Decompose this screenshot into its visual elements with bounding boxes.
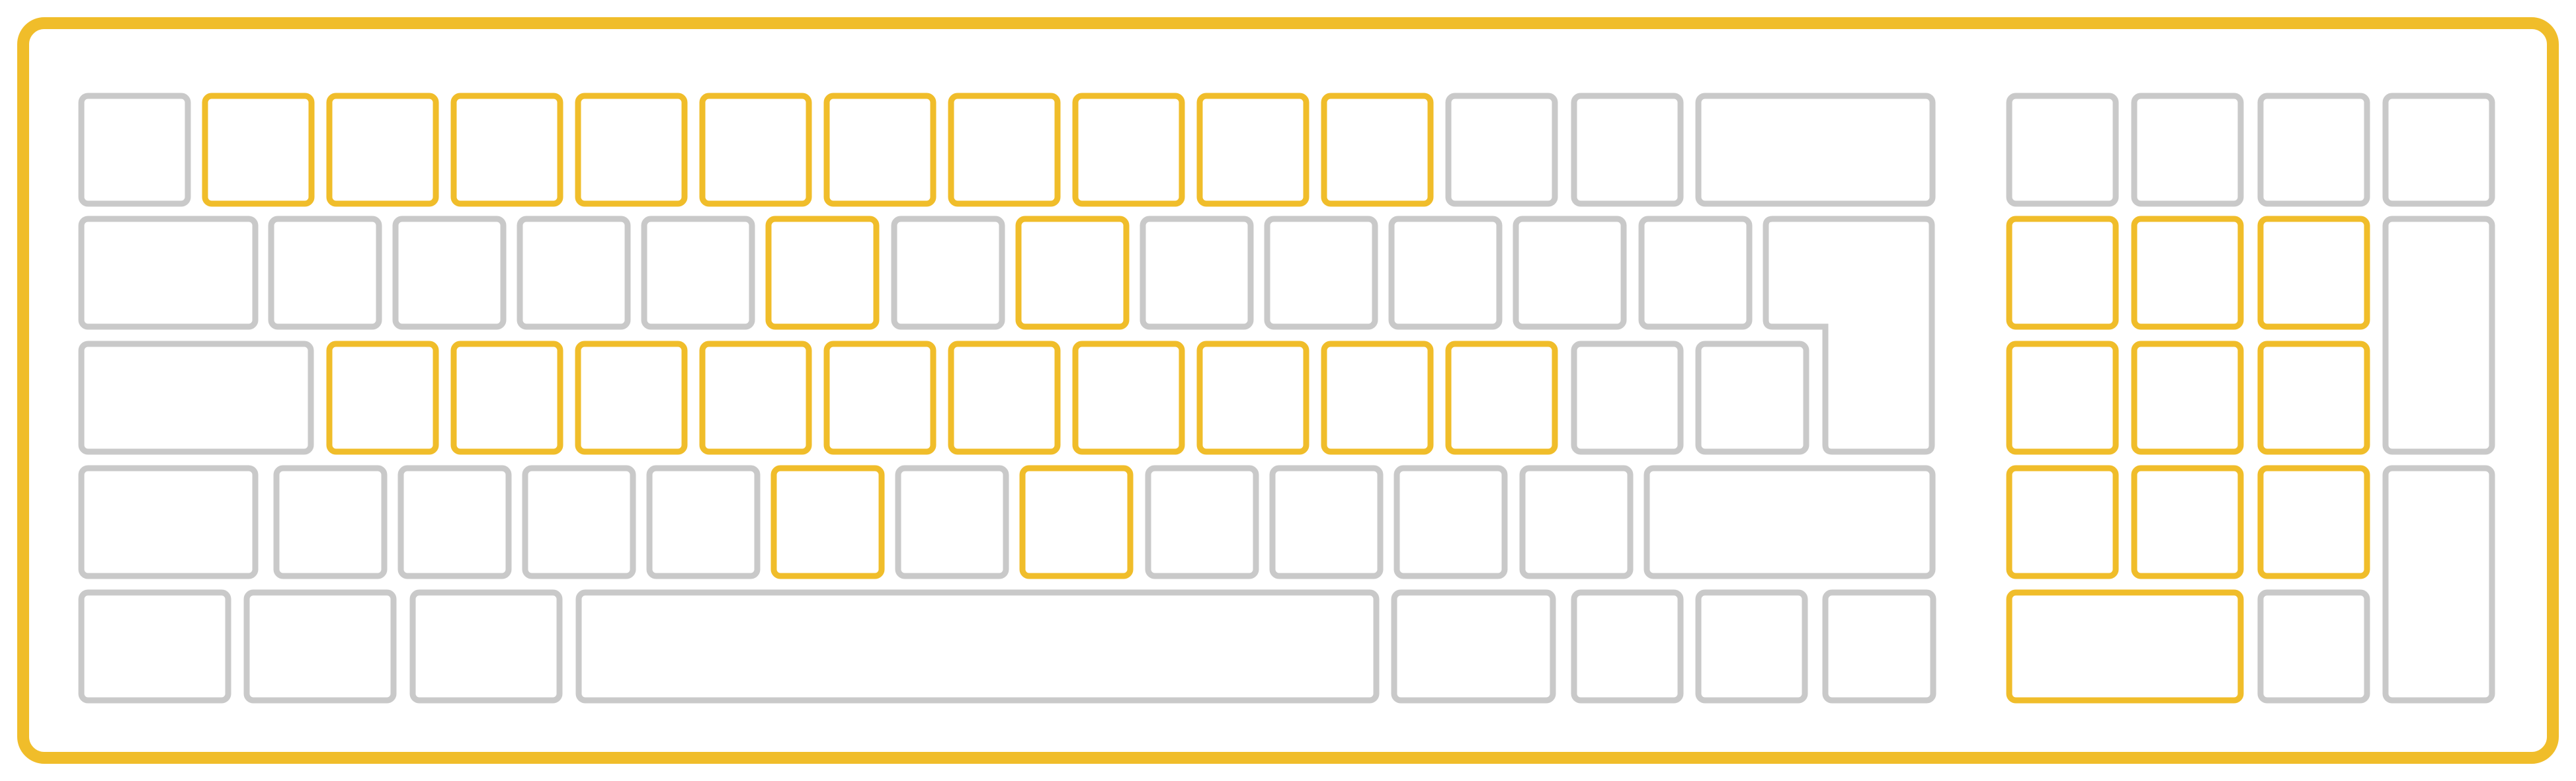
key-r5-k2 xyxy=(243,589,397,704)
numpad-key-1 xyxy=(2006,93,2119,207)
key-r1-k8 xyxy=(948,93,1061,207)
key-r2-k6 xyxy=(765,216,880,330)
key-r2-k8 xyxy=(1015,216,1130,330)
numpad-key-3 xyxy=(2257,93,2370,207)
key-r3-k6 xyxy=(823,341,936,455)
key-r3-k9 xyxy=(1196,341,1309,455)
numpad-key-14 xyxy=(2257,465,2370,579)
key-r4-k5 xyxy=(646,465,761,579)
key-r2-k1 xyxy=(78,216,259,330)
key-r2-k3 xyxy=(392,216,507,330)
key-r2-k11 xyxy=(1388,216,1503,330)
key-r3-k11 xyxy=(1445,341,1558,455)
numpad-key-7 xyxy=(2257,216,2370,330)
key-r3-k1 xyxy=(78,341,314,455)
numpad-key-12 xyxy=(2006,465,2119,579)
key-r2-k7 xyxy=(891,216,1005,330)
numpad-key-10 xyxy=(2131,341,2244,455)
key-r2-k2 xyxy=(268,216,382,330)
key-r1-k9 xyxy=(1072,93,1185,207)
key-r3-k10 xyxy=(1321,341,1434,455)
key-r1-k13 xyxy=(1571,93,1684,207)
key-r2-k13 xyxy=(1638,216,1753,330)
key-r4-k3 xyxy=(397,465,512,579)
key-r1-k11 xyxy=(1321,93,1434,207)
key-r3-k8 xyxy=(1072,341,1185,455)
key-r4-k9 xyxy=(1145,465,1259,579)
key-r2-k4 xyxy=(517,216,631,330)
key-r4-k1 xyxy=(78,465,259,579)
key-r3-k7 xyxy=(948,341,1061,455)
key-r5-k8 xyxy=(1822,589,1936,704)
numpad-key-6 xyxy=(2131,216,2244,330)
key-r2-k12 xyxy=(1513,216,1627,330)
key-r4-k6 xyxy=(770,465,885,579)
key-r1-k12 xyxy=(1445,93,1558,207)
key-r1-k2 xyxy=(202,93,315,207)
key-r3-k13 xyxy=(1695,341,1809,455)
key-r4-k10 xyxy=(1269,465,1384,579)
key-r3-k2 xyxy=(326,341,439,455)
keyboard-frame xyxy=(17,17,2559,764)
key-r3-k3 xyxy=(450,341,563,455)
numpad-key-13 xyxy=(2131,465,2244,579)
key-r4-k8 xyxy=(1019,465,1134,579)
numpad-key-2 xyxy=(2131,93,2244,207)
key-r1-k1 xyxy=(78,93,191,207)
keys-layer xyxy=(78,93,2495,704)
key-r2-k5 xyxy=(641,216,755,330)
key-r5-k4 xyxy=(575,589,1380,704)
key-r4-k4 xyxy=(522,465,636,579)
numpad-key-17 xyxy=(2257,589,2370,704)
key-r3-k12 xyxy=(1571,341,1684,455)
numpad-key-8 xyxy=(2382,216,2495,455)
key-r5-k5 xyxy=(1391,589,1556,704)
key-r1-k4 xyxy=(450,93,563,207)
numpad-key-15 xyxy=(2382,465,2495,704)
key-r5-k7 xyxy=(1695,589,1808,704)
key-r3-k5 xyxy=(699,341,812,455)
key-r4-k2 xyxy=(273,465,388,579)
key-r1-k14 xyxy=(1695,93,1936,207)
key-r1-k7 xyxy=(823,93,936,207)
numpad-key-11 xyxy=(2257,341,2370,455)
key-r5-k1 xyxy=(78,589,231,704)
key-r3-k4 xyxy=(575,341,688,455)
numpad-key-16 xyxy=(2006,589,2244,704)
key-r4-k12 xyxy=(1519,465,1634,579)
key-r1-k10 xyxy=(1196,93,1309,207)
enter-key xyxy=(1763,216,1935,455)
key-r4-k13 xyxy=(1643,465,1936,579)
key-r2-k10 xyxy=(1264,216,1378,330)
numpad-key-9 xyxy=(2006,341,2119,455)
numpad-key-4 xyxy=(2382,93,2495,207)
numpad-key-5 xyxy=(2006,216,2119,330)
keyboard-diagram xyxy=(17,17,2559,764)
key-r1-k6 xyxy=(699,93,812,207)
key-r5-k6 xyxy=(1571,589,1684,704)
key-r5-k3 xyxy=(409,589,563,704)
key-r4-k11 xyxy=(1393,465,1508,579)
key-r2-k9 xyxy=(1140,216,1254,330)
key-r1-k5 xyxy=(575,93,688,207)
key-r1-k3 xyxy=(326,93,439,207)
key-r4-k7 xyxy=(895,465,1009,579)
